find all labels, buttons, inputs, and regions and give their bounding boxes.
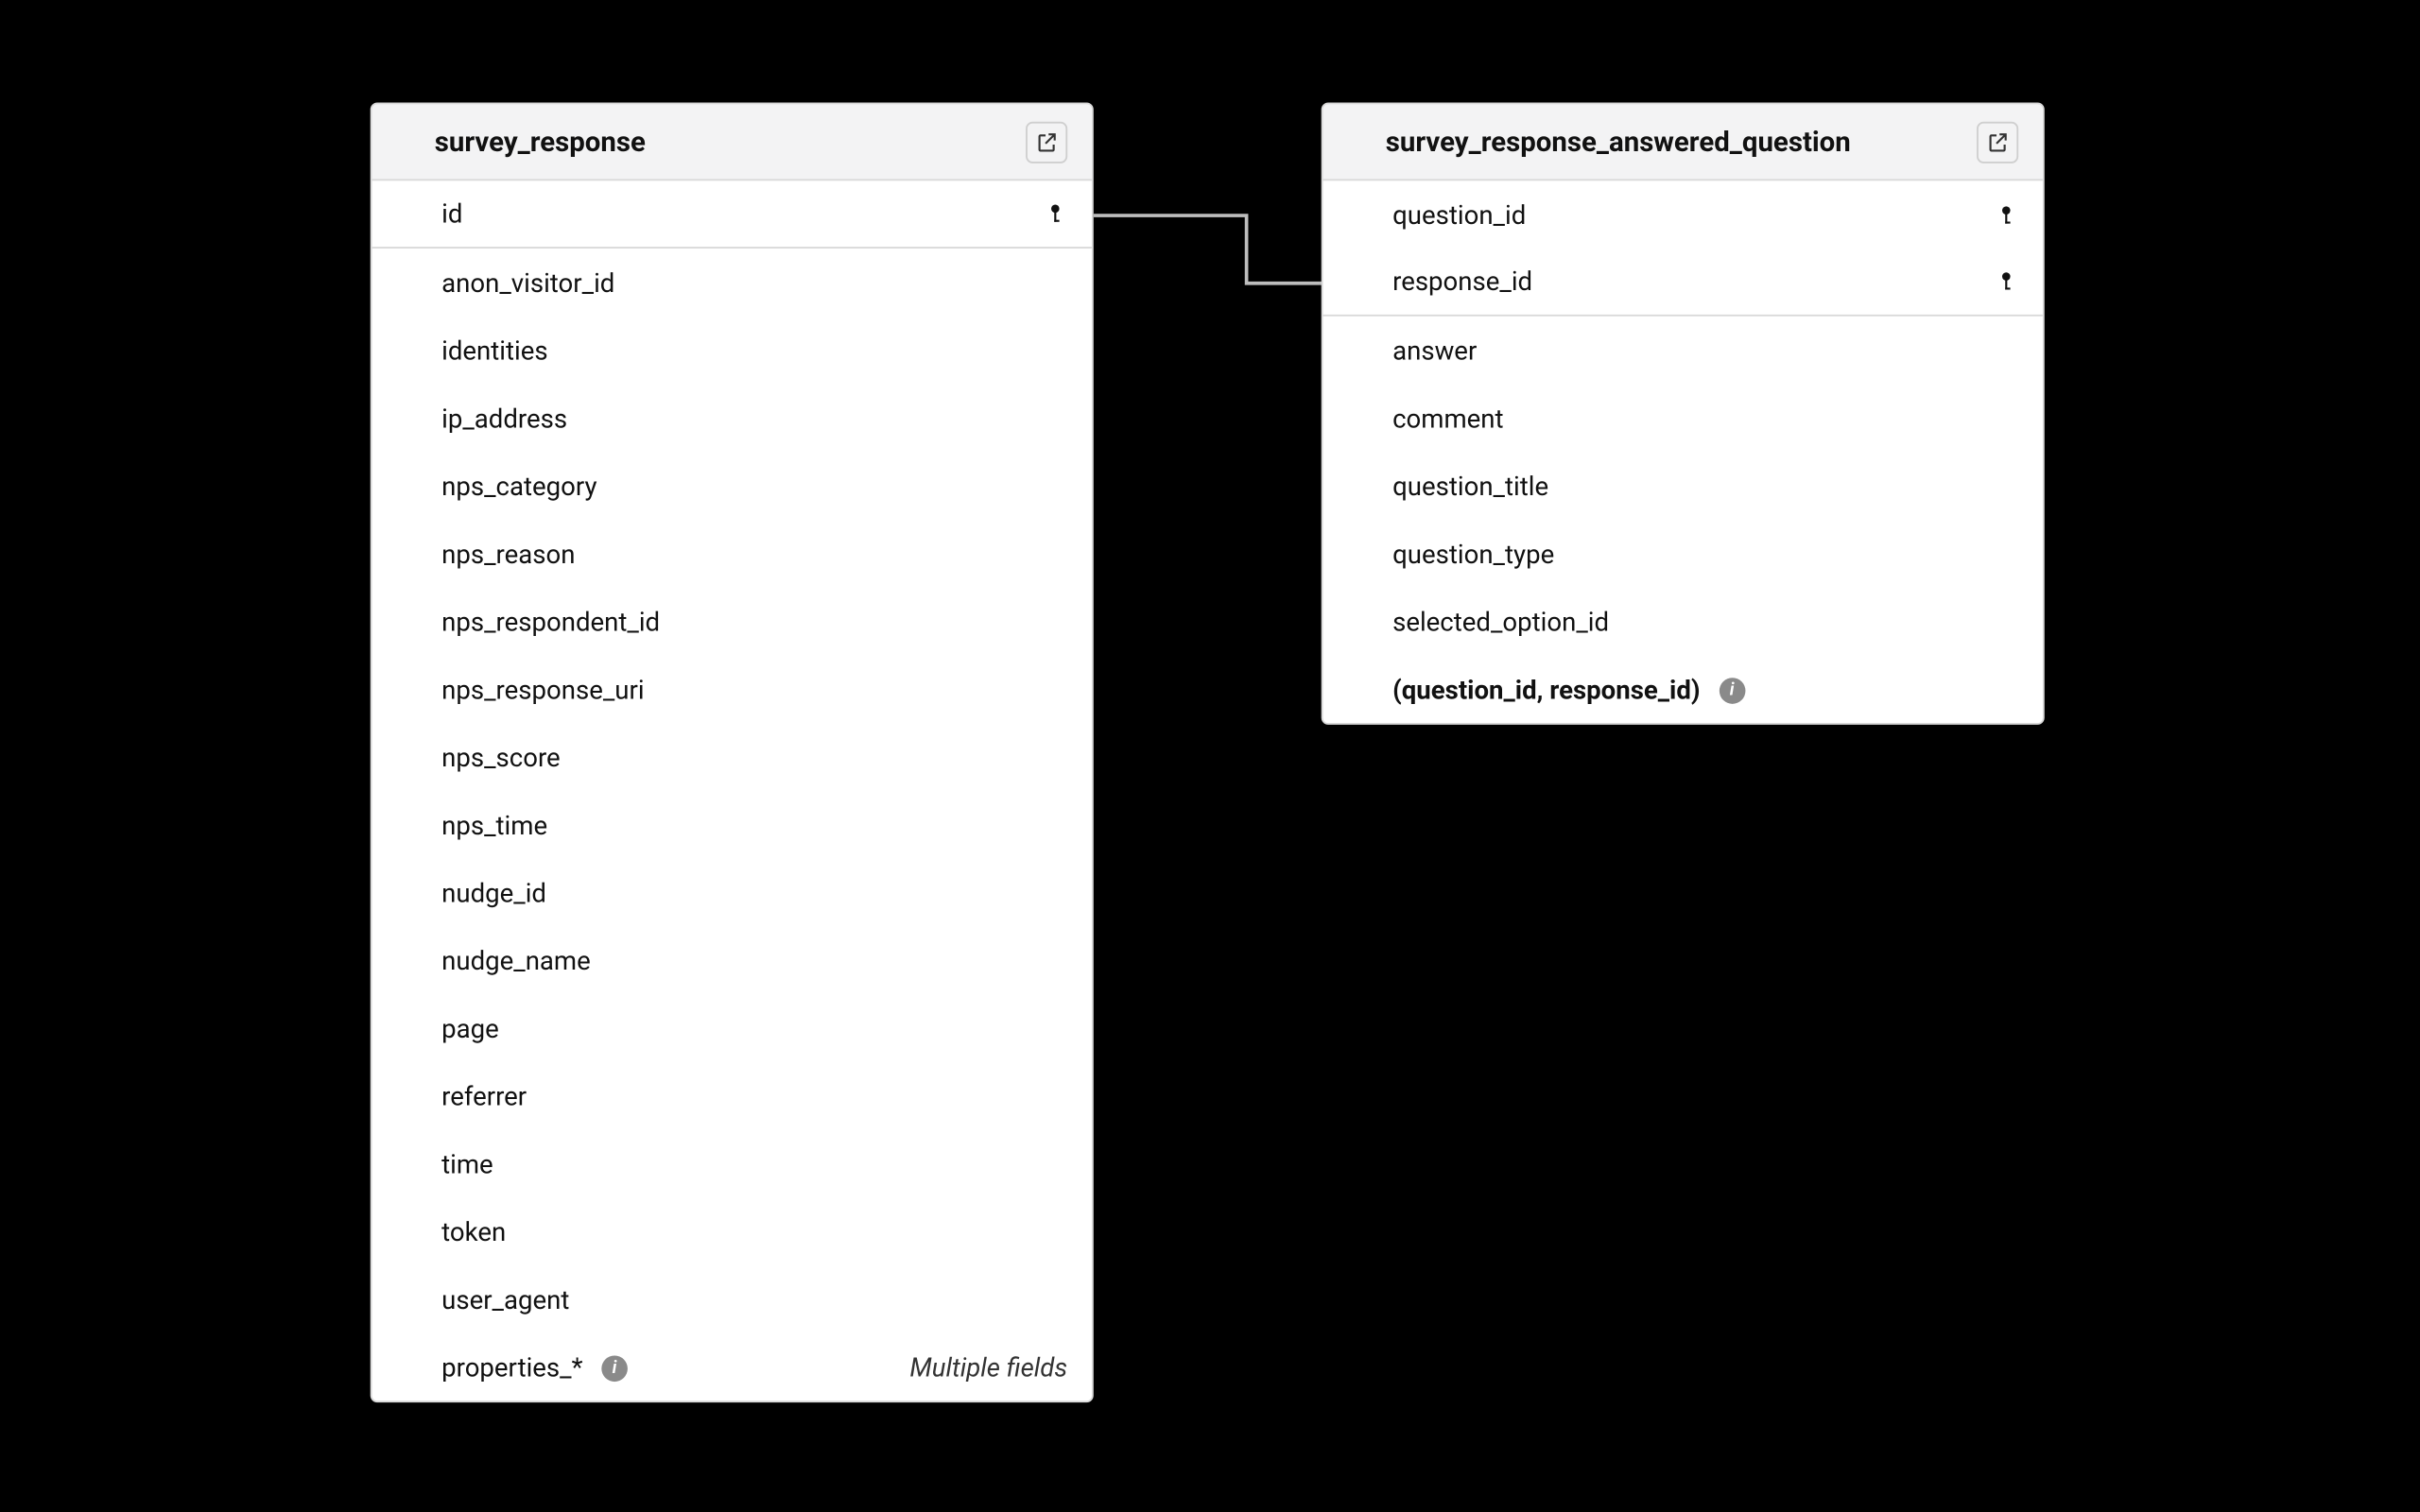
field-row[interactable]: answer	[1323, 317, 2043, 385]
field-name: nudge_id	[441, 877, 546, 908]
entity-header: survey_response_answered_question	[1323, 104, 2043, 180]
field-row[interactable]: comment	[1323, 384, 2043, 452]
field-name: question_title	[1392, 470, 1548, 501]
key-icon	[1043, 201, 1067, 226]
open-in-new-icon[interactable]	[1977, 121, 2018, 163]
field-name: nps_response_uri	[441, 674, 644, 705]
field-row[interactable]: nps_reason	[372, 520, 1092, 588]
field-name: question_id	[1392, 199, 1526, 231]
entity-header: survey_response	[372, 104, 1092, 180]
field-row-footer[interactable]: properties_* i Multiple fields	[372, 1333, 1092, 1401]
entity-survey-response: survey_response id anon_visitor_id ident…	[371, 103, 1094, 1403]
field-row-pk[interactable]: id	[372, 180, 1092, 249]
field-name: ip_address	[441, 403, 567, 434]
field-name: answer	[1392, 335, 1477, 366]
field-name: nps_time	[441, 809, 547, 840]
field-row[interactable]: ip_address	[372, 384, 1092, 452]
entity-title: survey_response_answered_question	[1386, 125, 1851, 158]
field-row[interactable]: nps_response_uri	[372, 655, 1092, 723]
field-row[interactable]: time	[372, 1129, 1092, 1197]
field-name: time	[441, 1148, 493, 1179]
field-row[interactable]: nps_time	[372, 791, 1092, 859]
field-name: page	[441, 1012, 499, 1043]
field-name: identities	[441, 335, 547, 366]
field-name: nps_score	[441, 741, 561, 772]
field-row[interactable]: question_title	[1323, 452, 2043, 520]
field-name: anon_visitor_id	[441, 266, 614, 298]
field-row[interactable]: anon_visitor_id	[372, 249, 1092, 317]
field-row[interactable]: nps_respondent_id	[372, 588, 1092, 656]
field-name: nps_reason	[441, 538, 575, 569]
field-name: selected_option_id	[1392, 606, 1609, 637]
field-name: response_id	[1392, 266, 1532, 297]
field-row[interactable]: page	[372, 994, 1092, 1062]
field-note: Multiple fields	[909, 1351, 1067, 1383]
field-row-pk[interactable]: response_id	[1323, 249, 2043, 317]
field-name: nps_respondent_id	[441, 606, 660, 637]
field-row[interactable]: token	[372, 1197, 1092, 1265]
field-row-footer[interactable]: (question_id, response_id) i	[1323, 655, 2043, 723]
field-row[interactable]: nps_category	[372, 452, 1092, 520]
field-row[interactable]: nudge_id	[372, 859, 1092, 927]
field-name: token	[441, 1215, 506, 1246]
field-row[interactable]: identities	[372, 317, 1092, 385]
key-icon	[1994, 202, 2018, 227]
field-row[interactable]: selected_option_id	[1323, 588, 2043, 656]
entity-title: survey_response	[435, 125, 646, 158]
field-name: comment	[1392, 403, 1503, 434]
field-name: nudge_name	[441, 945, 591, 976]
relationship-connector	[1094, 191, 1323, 295]
info-icon: i	[1719, 678, 1745, 704]
field-name: question_type	[1392, 538, 1554, 569]
info-icon: i	[601, 1356, 628, 1383]
field-row[interactable]: nps_score	[372, 723, 1092, 791]
key-icon	[1994, 269, 2018, 294]
field-row[interactable]: question_type	[1323, 520, 2043, 588]
open-in-new-icon[interactable]	[1026, 121, 1067, 163]
field-name: user_agent	[441, 1283, 569, 1314]
field-row[interactable]: nudge_name	[372, 926, 1092, 994]
field-row[interactable]: user_agent	[372, 1265, 1092, 1333]
field-row-pk[interactable]: question_id	[1323, 180, 2043, 249]
field-row[interactable]: referrer	[372, 1062, 1092, 1130]
entity-survey-response-answered-question: survey_response_answered_question questi…	[1322, 103, 2045, 725]
field-name: nps_category	[441, 470, 596, 501]
field-name: (question_id, response_id)	[1392, 674, 1700, 705]
field-name: id	[441, 198, 462, 230]
field-name: properties_*	[441, 1351, 582, 1383]
field-name: referrer	[441, 1080, 527, 1111]
